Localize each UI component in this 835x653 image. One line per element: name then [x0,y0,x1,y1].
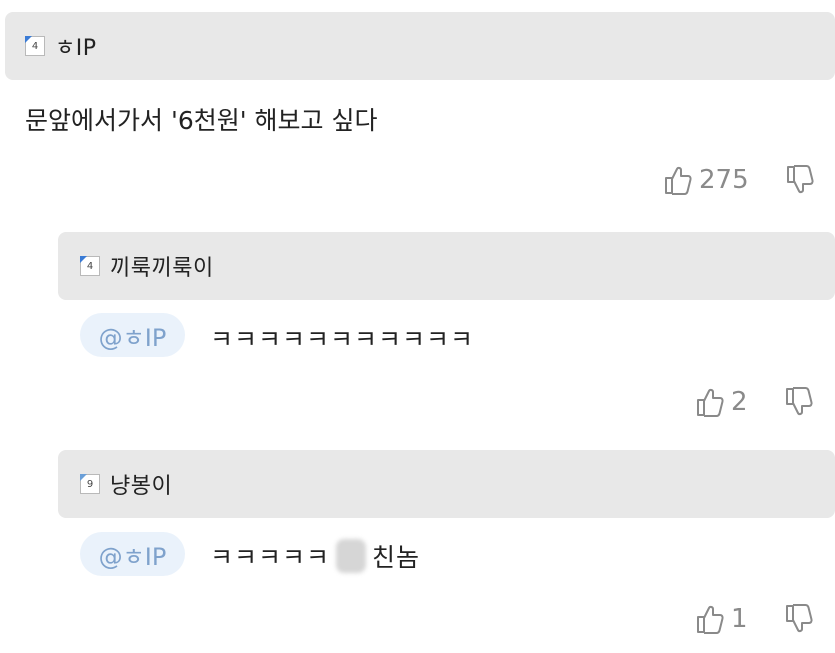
reply-header: 4 끼룩끼룩이 [58,232,835,300]
reply-nickname[interactable]: 끼룩끼룩이 [110,250,214,282]
comment-text: 문앞에서가서 '6천원' 해보고 싶다 [25,106,378,135]
dislike-button[interactable] [784,386,814,418]
reply-text-after: 친놈 [372,543,421,572]
level-badge-number: 4 [31,40,39,52]
reply-text: ㅋㅋㅋㅋㅋ 친놈 [210,538,420,574]
comment-header: 4 ㅎIP [5,12,835,80]
thumbs-up-icon [697,605,724,634]
thumbs-up-icon [665,166,692,195]
like-count: 275 [699,165,749,195]
reply-text-before: ㅋㅋㅋㅋㅋ [210,543,331,572]
mention-tag[interactable]: @ㅎIP [80,313,185,357]
reply-text-content: ㅋㅋㅋㅋㅋㅋㅋㅋㅋㅋㅋ [210,325,475,354]
dislike-button[interactable] [785,164,815,196]
like-button[interactable]: 2 [695,386,748,418]
reply-vote-row: 2 [695,386,814,418]
dislike-button[interactable] [784,603,814,635]
blurred-censor [336,539,367,573]
level-badge: 4 [25,36,45,56]
thumbs-down-icon [785,604,813,633]
like-button[interactable]: 275 [663,164,749,196]
like-button[interactable]: 1 [695,603,748,635]
comment-vote-row: 275 [663,164,815,196]
level-badge: 4 [80,256,100,276]
level-badge-number: 4 [86,260,94,272]
comment-nickname[interactable]: ㅎIP [55,30,97,62]
level-badge-number: 9 [86,478,94,490]
level-badge: 9 [80,474,100,494]
reply-header: 9 냥봉이 [58,450,835,518]
reply-nickname[interactable]: 냥봉이 [110,468,172,500]
level-badge-corner [80,256,87,263]
thumbs-up-icon [697,388,724,417]
like-count: 2 [731,387,748,417]
level-badge-corner [80,474,87,481]
reply-vote-row: 1 [695,603,814,635]
thumbs-down-icon [785,387,813,416]
level-badge-corner [25,36,32,43]
mention-tag[interactable]: @ㅎIP [80,532,185,576]
reply-text: ㅋㅋㅋㅋㅋㅋㅋㅋㅋㅋㅋ [210,320,474,356]
like-count: 1 [731,604,748,634]
thumbs-down-icon [786,165,814,194]
